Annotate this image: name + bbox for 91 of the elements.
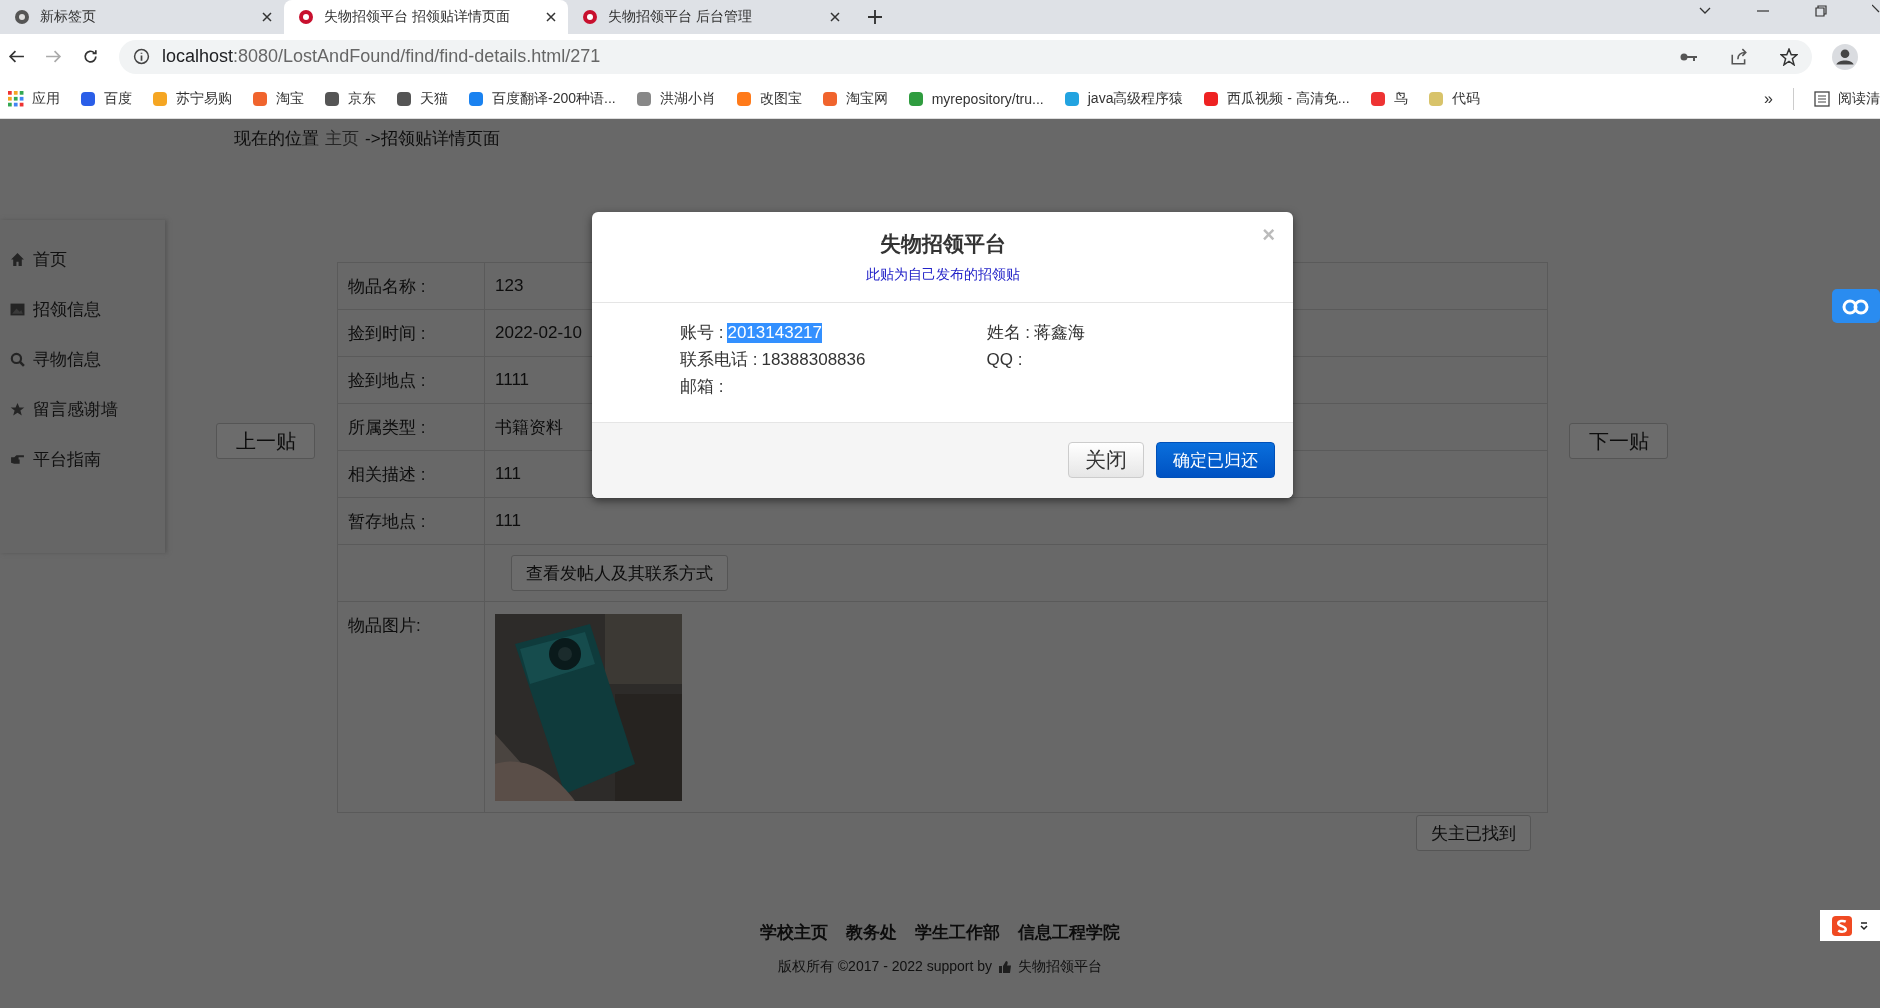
- field-value: 111: [495, 511, 521, 531]
- bookmark[interactable]: 淘宝网: [821, 89, 888, 108]
- owner-found-button[interactable]: 失主已找到: [1416, 815, 1531, 851]
- tab-title: 新标签页: [40, 8, 97, 26]
- site-icon: [152, 90, 168, 107]
- bookmark[interactable]: 淘宝: [252, 89, 304, 108]
- field-value: 书籍资料: [495, 416, 563, 439]
- address-field[interactable]: localhost:8080/LostAndFound/find/find-details.html/271: [119, 39, 1812, 74]
- search-icon: [10, 351, 25, 367]
- list-icon: [1814, 90, 1830, 107]
- field-label: 物品名称 :: [338, 263, 485, 309]
- info-label: 联系电话 :: [680, 349, 758, 371]
- site-icon: [468, 90, 484, 107]
- info-label: 邮箱 :: [680, 376, 724, 398]
- browser-tab[interactable]: 失物招领平台 招领贴详情页面: [284, 0, 568, 34]
- bookmark[interactable]: 鸟: [1369, 89, 1408, 108]
- info-value: 蒋鑫海: [1033, 322, 1085, 344]
- previous-post-button[interactable]: 上一贴: [216, 423, 315, 459]
- s-logo-icon: [1832, 915, 1852, 936]
- field-label: 暂存地点 :: [338, 498, 485, 544]
- close-icon[interactable]: [546, 12, 556, 22]
- bookmark[interactable]: myrepository/tru...: [907, 90, 1044, 107]
- breadcrumb-current: ->招领贴详情页面: [365, 128, 500, 150]
- site-icon: [735, 90, 752, 107]
- site-icon: [252, 90, 268, 107]
- site-icon: [80, 90, 96, 107]
- tab-title: 失物招领平台 后台管理: [608, 8, 753, 26]
- image-icon: [10, 301, 25, 317]
- close-icon[interactable]: [262, 12, 272, 22]
- info-label: 姓名 :: [986, 322, 1030, 344]
- site-icon: [821, 90, 838, 107]
- site-icon: [1063, 90, 1080, 107]
- info-value: 2013143217: [727, 322, 822, 343]
- field-label: 捡到地点 :: [338, 357, 485, 403]
- bookmark[interactable]: 改图宝: [735, 89, 802, 108]
- bookmark[interactable]: 应用: [8, 89, 60, 108]
- bookmark[interactable]: 代码: [1427, 89, 1480, 108]
- field-label: 相关描述 :: [338, 451, 485, 497]
- star-icon[interactable]: [1780, 47, 1798, 66]
- site-icon: [324, 90, 340, 107]
- info-value: 18388308836: [761, 349, 866, 370]
- restore-icon[interactable]: [1814, 4, 1828, 18]
- field-value: 111: [495, 464, 521, 484]
- info-icon: [133, 48, 150, 65]
- site-icon: [907, 90, 924, 107]
- site-icon: [1369, 90, 1386, 107]
- home-icon: [10, 251, 25, 267]
- breadcrumb-label: 现在的位置: [234, 128, 319, 150]
- thumbs-up-icon: [998, 960, 1013, 974]
- bookmark[interactable]: 京东: [324, 89, 376, 108]
- site-icon: [396, 90, 412, 107]
- bookmark[interactable]: 百度翻译-200种语...: [468, 89, 616, 108]
- bookmark[interactable]: 洪湖小肖: [635, 89, 716, 108]
- apps-grid-icon: [8, 90, 24, 107]
- field-label: 所属类型 :: [338, 404, 485, 450]
- site-icon: [1203, 90, 1220, 107]
- back-icon[interactable]: [8, 48, 25, 65]
- field-value: 1111: [495, 370, 530, 390]
- bookmark[interactable]: 西瓜视频 - 高清免...: [1203, 89, 1350, 108]
- info-label: QQ :: [986, 349, 1023, 370]
- field-label: 物品图片:: [338, 602, 485, 812]
- star-icon: [10, 401, 25, 417]
- plus-icon[interactable]: [868, 10, 882, 24]
- field-value: 2022-02-10: [495, 323, 582, 343]
- bookmark[interactable]: 百度: [80, 89, 132, 108]
- dialog-subtitle: 此贴为自己发布的招领贴: [865, 266, 1020, 284]
- profile-icon[interactable]: [1832, 43, 1858, 70]
- tab-title: 失物招领平台 招领贴详情页面: [324, 8, 511, 26]
- bookmark[interactable]: java高级程序猿: [1063, 89, 1184, 108]
- input-method-toolbar[interactable]: [1820, 910, 1880, 941]
- browser-tab[interactable]: 失物招领平台 后台管理: [568, 0, 852, 34]
- more-bookmarks-button[interactable]: »: [1764, 89, 1773, 108]
- reading-list-button[interactable]: 阅读清: [1814, 89, 1880, 108]
- brand-text: 失物招领平台: [1018, 958, 1103, 976]
- close-button[interactable]: 关闭: [1068, 442, 1144, 478]
- confirm-returned-button[interactable]: 确定已归还: [1156, 442, 1275, 478]
- bookmark[interactable]: 天猫: [396, 89, 448, 108]
- share-icon[interactable]: [1730, 47, 1748, 66]
- browser-tab[interactable]: 新标签页: [0, 0, 284, 34]
- bookmark[interactable]: 苏宁易购: [152, 89, 232, 108]
- info-label: 账号 :: [680, 322, 724, 344]
- field-label: 捡到时间 :: [338, 310, 485, 356]
- dialog-title: 失物招领平台: [879, 231, 1006, 257]
- site-icon: [635, 90, 652, 107]
- view-contact-button[interactable]: 查看发帖人及其联系方式: [511, 555, 728, 591]
- site-icon: [1427, 90, 1444, 107]
- field-value: 123: [495, 276, 524, 296]
- next-post-button[interactable]: 下一贴: [1569, 423, 1668, 459]
- close-icon[interactable]: [830, 12, 840, 22]
- copyright-text: 版权所有 ©2017 - 2022 support by: [777, 958, 993, 976]
- reload-icon[interactable]: [82, 48, 99, 65]
